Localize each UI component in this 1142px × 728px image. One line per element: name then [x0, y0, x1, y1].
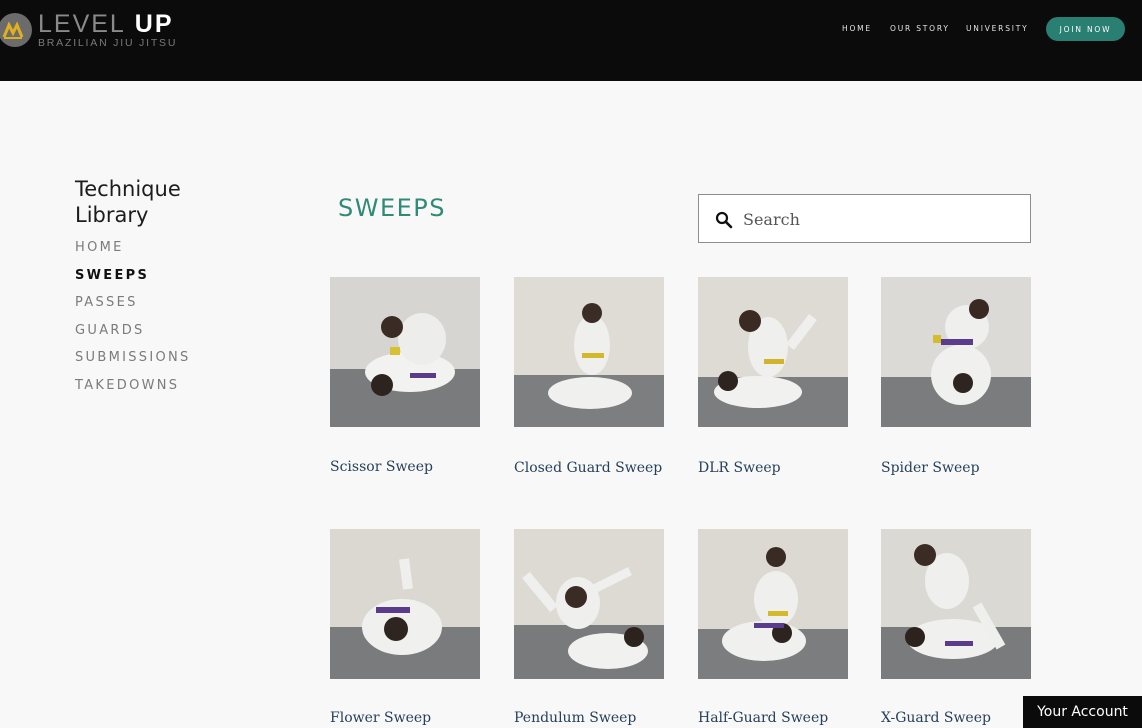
nav-university-link[interactable]: UNIVERSITY — [966, 24, 1029, 33]
technique-title[interactable]: Scissor Sweep — [330, 459, 433, 475]
sidebar-item-guards[interactable]: GUARDS — [75, 323, 145, 338]
nav-item-home[interactable]: HOME — [842, 0, 872, 56]
logo[interactable]: LEVEL UP BRAZILIAN JIU JITSU — [0, 6, 177, 54]
technique-thumbnail[interactable] — [330, 277, 480, 427]
site-header: LEVEL UP BRAZILIAN JIU JITSU HOME OUR ST… — [0, 0, 1142, 81]
technique-title[interactable]: Pendulum Sweep — [514, 710, 636, 726]
technique-thumbnail[interactable] — [514, 277, 664, 427]
technique-title[interactable]: Half-Guard Sweep — [698, 710, 828, 726]
sidebar-item-home[interactable]: HOME — [75, 240, 124, 255]
join-now-button[interactable]: JOIN NOW — [1046, 17, 1125, 41]
page-title: SWEEPS — [338, 194, 446, 222]
search-icon — [715, 211, 733, 234]
search-box[interactable] — [698, 194, 1031, 243]
technique-title[interactable]: X-Guard Sweep — [881, 710, 991, 726]
nav-item-university[interactable]: UNIVERSITY — [966, 0, 1029, 56]
nav-item-our-story[interactable]: OUR STORY — [890, 0, 950, 56]
logo-subtitle: BRAZILIAN JIU JITSU — [38, 37, 178, 49]
nav-home-link[interactable]: HOME — [842, 24, 872, 33]
sidebar-title: Technique Library — [75, 177, 181, 227]
your-account-button[interactable]: Your Account — [1023, 696, 1142, 728]
technique-thumbnail[interactable] — [514, 529, 664, 679]
search-input[interactable] — [743, 207, 1013, 231]
logo-up-text: UP — [134, 10, 174, 38]
technique-thumbnail[interactable] — [881, 277, 1031, 427]
technique-title[interactable]: Closed Guard Sweep — [514, 460, 662, 476]
sidebar-item-takedowns[interactable]: TAKEDOWNS — [75, 378, 179, 393]
logo-level-text: LEVEL — [38, 10, 126, 38]
technique-thumbnail[interactable] — [698, 529, 848, 679]
logo-badge-icon — [0, 13, 32, 47]
sidebar-item-sweeps[interactable]: SWEEPS — [75, 268, 149, 283]
sidebar-item-submissions[interactable]: SUBMISSIONS — [75, 350, 191, 365]
technique-title[interactable]: DLR Sweep — [698, 460, 781, 476]
technique-thumbnail[interactable] — [330, 529, 480, 679]
technique-title[interactable]: Spider Sweep — [881, 460, 980, 476]
technique-thumbnail[interactable] — [698, 277, 848, 427]
technique-thumbnail[interactable] — [881, 529, 1031, 679]
nav-our-story-link[interactable]: OUR STORY — [890, 24, 950, 33]
technique-title[interactable]: Flower Sweep — [330, 710, 431, 726]
sidebar-item-passes[interactable]: PASSES — [75, 295, 138, 310]
